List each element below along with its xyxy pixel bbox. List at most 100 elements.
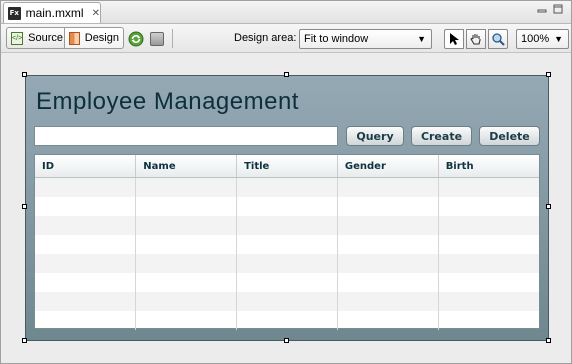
table-cell[interactable] (35, 254, 137, 273)
table-cell[interactable] (337, 197, 439, 216)
table-cell[interactable] (135, 235, 238, 254)
magnify-icon (492, 33, 505, 46)
table-row[interactable] (35, 311, 539, 330)
table-row[interactable] (35, 292, 539, 311)
table-row[interactable] (35, 197, 539, 216)
query-button[interactable]: Query (346, 126, 404, 146)
design-icon (69, 31, 80, 45)
table-row[interactable] (35, 177, 539, 197)
search-input[interactable] (34, 126, 338, 146)
source-icon: </> (11, 31, 24, 45)
table-cell[interactable] (337, 254, 439, 273)
create-button[interactable]: Create (411, 126, 472, 146)
zoom-tool-button[interactable] (488, 29, 508, 49)
zoom-value: 100% (521, 33, 550, 45)
table-cell[interactable] (337, 216, 439, 235)
table-row[interactable] (35, 216, 539, 235)
design-area-value: Fit to window (304, 33, 369, 45)
column-header-gender[interactable]: Gender (337, 155, 439, 178)
table-cell[interactable] (438, 273, 539, 292)
table-row[interactable] (35, 235, 539, 254)
resize-handle[interactable] (284, 72, 289, 77)
table-cell[interactable] (236, 311, 338, 330)
resize-handle[interactable] (546, 338, 551, 343)
table-cell[interactable] (438, 235, 539, 254)
table-cell[interactable] (438, 197, 539, 216)
resize-handle[interactable] (22, 204, 27, 209)
table-cell[interactable] (135, 177, 238, 197)
hand-tool-button[interactable] (466, 29, 486, 49)
zoom-select[interactable]: 100% ▼ (516, 29, 569, 49)
delete-button[interactable]: Delete (479, 126, 540, 146)
table-cell[interactable] (135, 197, 238, 216)
design-area-label: Design area: (234, 32, 297, 44)
table-cell[interactable] (35, 311, 137, 330)
column-header-name[interactable]: Name (135, 155, 238, 178)
refresh-icon[interactable] (128, 31, 144, 47)
column-header-id[interactable]: ID (35, 155, 137, 178)
table-cell[interactable] (135, 311, 238, 330)
resize-handle[interactable] (22, 338, 27, 343)
table-row[interactable] (35, 254, 539, 273)
table-cell[interactable] (438, 292, 539, 311)
table-cell[interactable] (438, 254, 539, 273)
table-cell[interactable] (35, 197, 137, 216)
table-cell[interactable] (135, 273, 238, 292)
hand-icon (470, 34, 481, 45)
table-cell[interactable] (135, 292, 238, 311)
chevron-down-icon: ▼ (554, 34, 563, 44)
employee-data-grid[interactable]: ID Name Title Gender Birth (34, 154, 540, 330)
flex-file-icon: Fx (8, 6, 21, 20)
page-title: Employee Management (36, 88, 299, 115)
table-cell[interactable] (35, 235, 137, 254)
column-header-birth[interactable]: Birth (438, 155, 539, 178)
design-canvas-panel[interactable]: Employee Management Query Create Delete … (25, 75, 549, 341)
column-header-title[interactable]: Title (236, 155, 338, 178)
maximize-icon[interactable] (553, 4, 563, 18)
resize-handle[interactable] (22, 72, 27, 77)
table-cell[interactable] (236, 273, 338, 292)
select-arrow-icon (450, 33, 459, 45)
toolbar-separator (172, 29, 173, 48)
design-view-button[interactable]: Design (64, 27, 124, 49)
table-cell[interactable] (236, 216, 338, 235)
chevron-down-icon: ▼ (417, 34, 426, 44)
table-row[interactable] (35, 273, 539, 292)
resize-handle[interactable] (546, 72, 551, 77)
resize-handle[interactable] (284, 338, 289, 343)
table-cell[interactable] (35, 273, 137, 292)
minimize-icon[interactable] (537, 4, 547, 18)
resize-handle[interactable] (546, 204, 551, 209)
table-cell[interactable] (337, 273, 439, 292)
window-controls (537, 4, 563, 18)
table-cell[interactable] (236, 177, 338, 197)
close-icon[interactable]: ✕ (92, 8, 100, 19)
table-cell[interactable] (35, 292, 137, 311)
design-area-select[interactable]: Fit to window ▼ (299, 29, 432, 49)
table-cell[interactable] (135, 216, 238, 235)
table-cell[interactable] (35, 177, 137, 197)
layout-grid-icon[interactable] (150, 32, 164, 46)
editor-frame: Fx main.mxml ✕ </> Source Design Design … (0, 0, 572, 364)
editor-tab-bar: Fx main.mxml ✕ (1, 1, 571, 24)
table-cell[interactable] (438, 311, 539, 330)
design-label: Design (84, 32, 119, 44)
table-cell[interactable] (236, 292, 338, 311)
tab-label: main.mxml (25, 6, 84, 20)
select-tool-button[interactable] (444, 29, 464, 49)
table-cell[interactable] (135, 254, 238, 273)
grid-header-row: ID Name Title Gender Birth (35, 155, 539, 178)
table-cell[interactable] (438, 177, 539, 197)
table-cell[interactable] (236, 197, 338, 216)
table-cell[interactable] (337, 292, 439, 311)
tab-main-mxml[interactable]: Fx main.mxml ✕ (3, 2, 101, 23)
source-label: Source (28, 32, 63, 44)
table-cell[interactable] (35, 216, 137, 235)
table-cell[interactable] (236, 235, 338, 254)
table-cell[interactable] (337, 235, 439, 254)
table-cell[interactable] (337, 177, 439, 197)
source-view-button[interactable]: </> Source (6, 27, 65, 49)
table-cell[interactable] (236, 254, 338, 273)
table-cell[interactable] (438, 216, 539, 235)
table-cell[interactable] (337, 311, 439, 330)
